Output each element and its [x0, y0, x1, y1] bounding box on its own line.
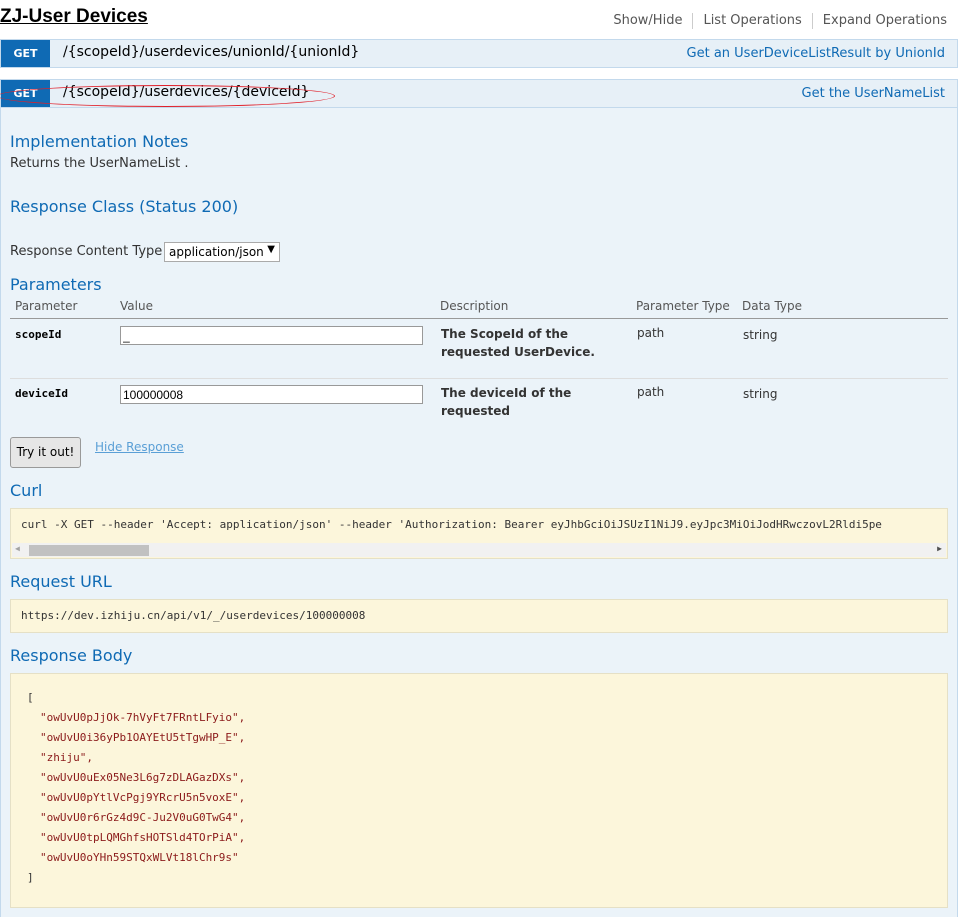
json-close-bracket: ]: [27, 871, 34, 884]
hide-response-link[interactable]: Hide Response: [95, 440, 184, 454]
request-url-value: https://dev.izhiju.cn/api/v1/_/userdevic…: [21, 609, 366, 622]
operation-summary[interactable]: Get an UserDeviceListResult by UnionId: [687, 46, 945, 61]
response-body-heading: Response Body: [10, 646, 133, 665]
red-annotation-oval: [0, 85, 335, 107]
scrollbar-thumb[interactable]: [29, 545, 149, 556]
json-string-item: "owUvU0i36yPb1OAYEtU5tTgwHP_E",: [40, 731, 246, 744]
implementation-notes-heading: Implementation Notes: [10, 132, 189, 151]
parameters-heading: Parameters: [10, 275, 102, 294]
operation-header-deviceid[interactable]: GET /{scopeId}/userdevices/{deviceId} Ge…: [0, 79, 958, 108]
table-row-divider: [10, 378, 948, 379]
show-hide-link[interactable]: Show/Hide: [603, 13, 694, 29]
deviceid-input[interactable]: [120, 385, 423, 404]
parameter-data-type: string: [743, 328, 778, 342]
request-url-heading: Request URL: [10, 572, 112, 591]
response-class-heading: Response Class (Status 200): [10, 197, 239, 216]
json-open-bracket: [: [27, 691, 34, 704]
http-method-badge[interactable]: GET: [1, 40, 50, 67]
json-string-item: "owUvU0r6rGz4d9C-Ju2V0uG0TwG4",: [40, 811, 246, 824]
dropdown-arrow-icon: ▼: [267, 244, 275, 255]
json-string-item: "owUvU0pYtlVcPgj9YRcrU5n5voxE",: [40, 791, 246, 804]
scopeid-input[interactable]: [120, 326, 423, 345]
column-header-value: Value: [120, 299, 153, 313]
scroll-left-icon[interactable]: ◀: [15, 544, 20, 553]
parameter-description: The deviceId of the requested: [441, 386, 572, 418]
parameter-name: deviceId: [15, 387, 68, 400]
scroll-right-icon[interactable]: ▶: [937, 544, 942, 553]
operation-header-unionid[interactable]: GET /{scopeId}/userdevices/unionId/{unio…: [0, 39, 958, 68]
column-header-parameter-type: Parameter Type: [636, 299, 730, 313]
curl-heading: Curl: [10, 481, 43, 500]
json-string-item: "owUvU0tpLQMGhfsHOTSld4TOrPiA",: [40, 831, 246, 844]
parameter-data-type: string: [743, 387, 778, 401]
json-string-item: "zhiju",: [40, 751, 93, 764]
parameter-description: The ScopeId of the requested UserDevice.: [441, 327, 595, 359]
resource-actions: Show/Hide List Operations Expand Operati…: [603, 13, 947, 29]
resource-title[interactable]: ZJ-User Devices: [0, 6, 148, 28]
operation-path[interactable]: /{scopeId}/userdevices/unionId/{unionId}: [63, 44, 359, 60]
operation-content: Implementation Notes Returns the UserNam…: [0, 108, 958, 917]
list-operations-link[interactable]: List Operations: [693, 13, 813, 29]
content-type-value: application/json: [169, 245, 264, 259]
operation-summary[interactable]: Get the UserNameList: [802, 86, 945, 101]
curl-command: curl -X GET --header 'Accept: applicatio…: [21, 518, 882, 531]
content-type-select[interactable]: application/json ▼: [164, 242, 280, 262]
horizontal-scrollbar[interactable]: ◀ ▶: [12, 543, 946, 557]
column-header-parameter: Parameter: [15, 299, 78, 313]
parameter-name: scopeId: [15, 328, 62, 341]
table-header-divider: [10, 318, 948, 319]
implementation-notes-text: Returns the UserNameList .: [10, 156, 189, 171]
try-it-out-button[interactable]: Try it out!: [10, 437, 81, 468]
request-url-block: https://dev.izhiju.cn/api/v1/_/userdevic…: [10, 599, 948, 633]
parameter-type: path: [637, 385, 665, 399]
json-string-item: "owUvU0oYHn59STQxWLVt18lChr9s": [40, 851, 239, 864]
content-type-label: Response Content Type: [10, 244, 163, 259]
column-header-data-type: Data Type: [742, 299, 803, 313]
column-header-description: Description: [440, 299, 509, 313]
curl-code-block: curl -X GET --header 'Accept: applicatio…: [10, 508, 948, 559]
json-string-item: "owUvU0uEx05Ne3L6g7zDLAGazDXs",: [40, 771, 246, 784]
json-string-item: "owUvU0pJjOk-7hVyFt7FRntLFyio",: [40, 711, 246, 724]
expand-operations-link[interactable]: Expand Operations: [813, 13, 947, 29]
response-body-block: [ "owUvU0pJjOk-7hVyFt7FRntLFyio", "owUvU0i…: [10, 673, 948, 908]
parameter-type: path: [637, 326, 665, 340]
